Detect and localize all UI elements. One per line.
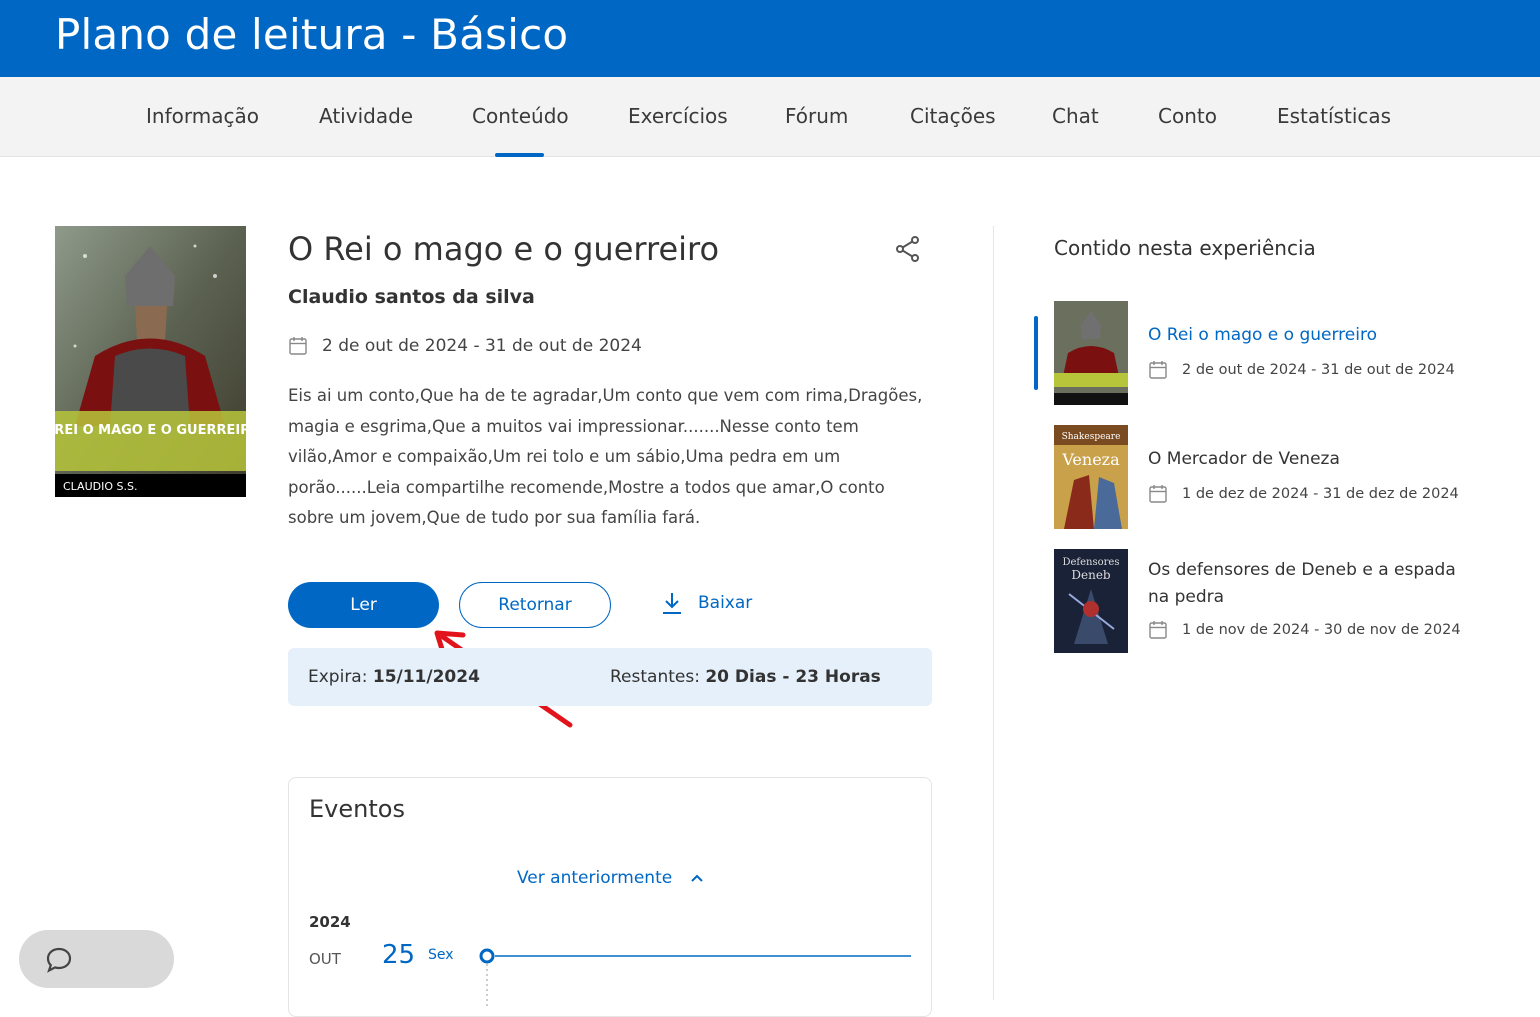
book-title: O Rei o mago e o guerreiro [288,230,720,268]
download-icon [663,593,681,614]
calendar-icon [289,337,307,355]
expire-info: Expira: 15/11/2024 [308,667,480,687]
sidebar-item-cover[interactable]: Defensores Deneb [1054,549,1128,653]
page-title: Plano de leitura - Básico [55,10,569,59]
tab-estatisticas[interactable]: Estatísticas [1277,104,1391,128]
event-day: 25 [382,940,416,970]
tab-chat[interactable]: Chat [1052,104,1099,128]
remaining-info: Restantes: 20 Dias - 23 Horas [610,667,881,687]
calendar-icon [1149,361,1167,379]
chat-button[interactable] [19,930,174,988]
tab-forum[interactable]: Fórum [785,104,848,128]
sidebar-item-mercador-veneza[interactable]: O Mercador de Veneza [1148,446,1468,473]
download-label: Baixar [698,593,753,613]
sidebar-item-date: 1 de nov de 2024 - 30 de nov de 2024 [1148,620,1461,640]
calendar-icon [1149,621,1167,639]
remaining-label: Restantes: [610,667,700,687]
sidebar-title: Contido nesta experiência [1054,236,1316,260]
download-button[interactable]: Baixar [660,591,752,615]
app-header: Plano de leitura - Básico [0,0,1540,77]
book-description: Eis ai um conto,Que ha de te agradar,Um … [288,386,923,527]
active-tab-indicator [495,153,544,157]
sidebar-item-rei-mago-guerreiro[interactable]: O Rei o mago e o guerreiro [1148,322,1468,349]
event-month: OUT [309,950,341,968]
share-icon[interactable] [894,235,922,263]
events-title: Eventos [309,795,405,823]
sidebar-item-defensores-deneb[interactable]: Os defensores de Deneb e a espada na ped… [1148,557,1468,611]
event-timeline [479,948,911,1008]
see-previous-button[interactable]: Ver anteriormente [517,868,704,888]
expire-label: Expira: [308,667,368,687]
sidebar-item-cover[interactable] [1054,301,1128,405]
calendar-icon [1149,485,1167,503]
book-cover: O REI O MAGO E O GUERREIRO CLAUDIO S.S. [55,226,246,497]
events-card: Eventos Ver anteriormente 2024 OUT 25 Se… [288,777,932,1017]
tab-atividade[interactable]: Atividade [319,104,413,128]
book-author: Claudio santos da silva [288,286,535,308]
read-button[interactable]: Ler [288,582,439,628]
sidebar-active-indicator [1034,316,1038,390]
sidebar-item-date-text: 1 de dez de 2024 - 31 de dez de 2024 [1182,486,1459,502]
chevron-up-icon [691,874,703,882]
book-date: 2 de out de 2024 - 31 de out de 2024 [288,336,642,356]
tab-citacoes[interactable]: Citações [910,104,996,128]
column-divider [993,226,994,1000]
return-button[interactable]: Retornar [459,582,611,628]
book-date-text: 2 de out de 2024 - 31 de out de 2024 [322,336,642,356]
tab-exercicios[interactable]: Exercícios [628,104,728,128]
chat-bubble-icon [46,947,72,973]
tab-bar: Informação Atividade Conteúdo Exercícios… [0,77,1540,157]
expire-value: 15/11/2024 [372,667,480,687]
tab-informacao[interactable]: Informação [146,104,259,128]
cover-title: Defensores [1063,557,1120,568]
event-weekday: Sex [428,947,454,963]
event-year: 2024 [309,913,351,931]
tab-conto[interactable]: Conto [1158,104,1217,128]
tab-conteudo[interactable]: Conteúdo [472,104,569,128]
sidebar-item-date-text: 1 de nov de 2024 - 30 de nov de 2024 [1182,622,1461,638]
cover-author: Shakespeare [1062,432,1121,442]
remaining-value: 20 Dias - 23 Horas [705,667,881,687]
sidebar-item-cover[interactable]: Shakespeare Veneza [1054,425,1128,529]
expiration-banner: Expira: 15/11/2024 Restantes: 20 Dias - … [288,648,932,706]
sidebar-item-date: 2 de out de 2024 - 31 de out de 2024 [1148,360,1455,380]
cover-author: CLAUDIO S.S. [63,480,137,493]
cover-title: Veneza [1061,450,1120,469]
sidebar-item-date: 1 de dez de 2024 - 31 de dez de 2024 [1148,484,1459,504]
see-previous-label: Ver anteriormente [517,868,673,888]
cover-subtitle: Deneb [1071,568,1111,582]
sidebar-item-date-text: 2 de out de 2024 - 31 de out de 2024 [1182,362,1455,378]
cover-title: O REI O MAGO E O GUERREIRO [55,423,246,438]
